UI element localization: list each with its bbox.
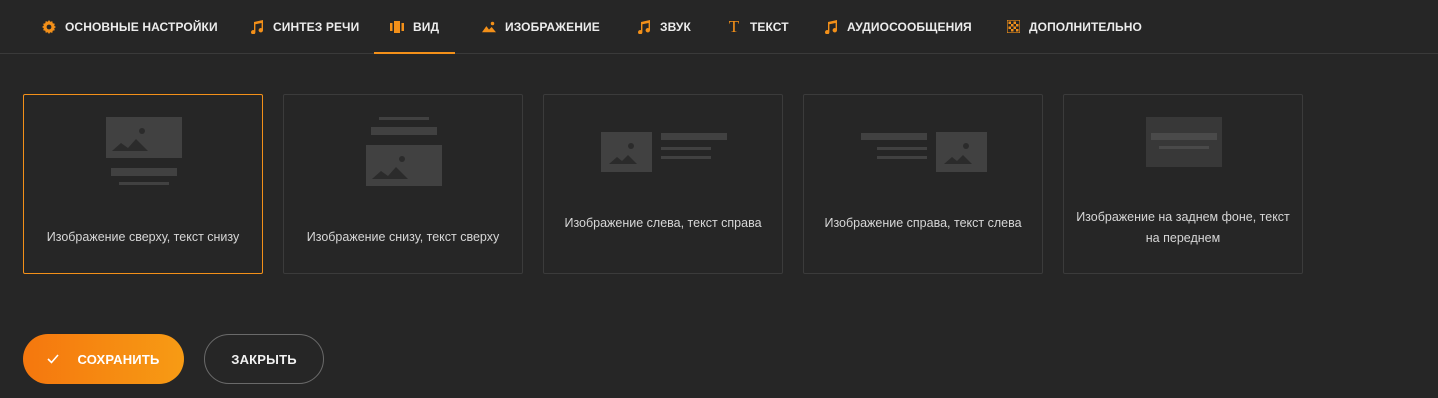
tab-label: ВИД [413,19,440,34]
music-note-icon [637,19,651,34]
layout-image-left-text-right[interactable]: Изображение слева, текст справа [543,94,783,274]
layout-caption: Изображение на заднем фоне, текст на пер… [1076,210,1290,245]
text-line-placeholder [1159,146,1209,149]
layout-image-background-text-foreground[interactable]: Изображение на заднем фоне, текст на пер… [1063,94,1303,274]
layout-image-bottom-text-top[interactable]: Изображение снизу, текст сверху [283,94,523,274]
tab-image[interactable]: ИЗОБРАЖЕНИЕ [482,0,600,53]
image-placeholder-icon [601,132,652,172]
image-icon [482,20,496,34]
text-icon: T [728,16,740,36]
music-note-icon [824,19,838,34]
tab-label: СИНТЕЗ РЕЧИ [273,19,360,34]
tab-speech-synthesis[interactable]: СИНТЕЗ РЕЧИ [250,0,359,53]
save-button[interactable]: СОХРАНИТЬ [23,334,184,384]
layout-image-top-text-bottom[interactable]: Изображение сверху, текст снизу [23,94,263,274]
layout-caption: Изображение сверху, текст снизу [46,230,240,244]
text-line-placeholder [861,133,927,140]
gear-icon [42,19,56,34]
text-line-placeholder [119,182,169,185]
layout-image-right-text-left[interactable]: Изображение справа, текст слева [803,94,1043,274]
grid-icon [1006,20,1020,34]
text-line-placeholder [111,168,177,176]
tab-label: ИЗОБРАЖЕНИЕ [505,19,600,34]
tab-label: ЗВУК [660,19,691,34]
layout-icon [390,20,404,34]
settings-tab-bar: ОСНОВНЫЕ НАСТРОЙКИ СИНТЕЗ РЕЧИ ВИД ИЗОБР… [0,0,1438,54]
tab-basic-settings[interactable]: ОСНОВНЫЕ НАСТРОЙКИ [42,0,218,53]
text-line-placeholder [661,147,711,150]
checkmark-icon [47,354,60,364]
close-label: ЗАКРЫТЬ [231,351,297,367]
text-line-placeholder [1151,133,1217,140]
tab-text[interactable]: T ТЕКСТ [727,0,789,53]
close-button[interactable]: ЗАКРЫТЬ [204,334,324,384]
text-line-placeholder [661,156,711,159]
layout-caption: Изображение справа, текст слева [824,216,1022,230]
text-line-placeholder [379,117,429,120]
layout-caption: Изображение снизу, текст сверху [306,230,500,244]
tab-label: ДОПОЛНИТЕЛЬНО [1029,19,1142,34]
tab-view[interactable]: ВИД [373,0,456,54]
tab-additional[interactable]: ДОПОЛНИТЕЛЬНО [1006,0,1142,53]
image-placeholder-icon [1146,117,1222,167]
image-placeholder-icon [366,145,442,186]
tab-audio-messages[interactable]: АУДИОСООБЩЕНИЯ [824,0,972,53]
tab-label: ОСНОВНЫЕ НАСТРОЙКИ [65,19,218,34]
image-placeholder-icon [106,117,182,158]
tab-label: ТЕКСТ [750,19,789,34]
tab-label: АУДИОСООБЩЕНИЯ [847,19,972,34]
text-line-placeholder [877,147,927,150]
image-placeholder-icon [936,132,987,172]
save-label: СОХРАНИТЬ [77,351,160,367]
text-line-placeholder [877,156,927,159]
text-line-placeholder [661,133,727,140]
music-note-icon [250,19,264,34]
layout-caption: Изображение слева, текст справа [564,216,762,230]
text-line-placeholder [371,127,437,135]
tab-sound[interactable]: ЗВУК [637,0,691,53]
